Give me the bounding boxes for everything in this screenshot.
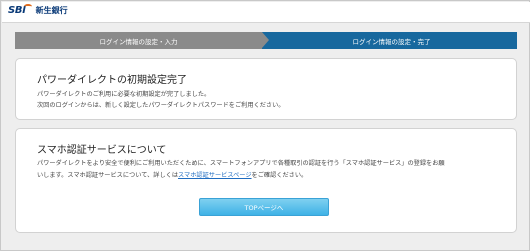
sumaho-auth-description: パワーダイレクトをより安全で便利にご利用いただくために、スマートフォンアプリで各… (37, 160, 445, 167)
step-input: ログイン情報の設定・入力 (15, 32, 262, 49)
step-complete: ログイン情報の設定・完了 (262, 32, 517, 49)
sumaho-auth-text-prefix: いします。スマホ認証サービスについて、詳しくは (37, 172, 179, 179)
header: SBI 新生銀行 (2, 2, 530, 23)
setup-complete-card: パワーダイレクトの初期設定完了 パワーダイレクトのご利用に必要な初期設定が完了し… (15, 58, 517, 120)
logo-text: 新生銀行 (35, 6, 68, 15)
sbi-logo-mark: SBI (8, 4, 32, 16)
step-input-label: ログイン情報の設定・入力 (99, 37, 178, 46)
sumaho-auth-description-2: いします。スマホ認証サービスについて、詳しくはスマホ認証サービスページをご確認く… (37, 171, 307, 181)
next-login-message: 次回のログインからは、新しく設定したパワーダイレクトパスワードをご利用ください。 (37, 102, 285, 109)
sumaho-auth-title: スマホ認証サービスについて (37, 145, 167, 156)
setup-complete-title: パワーダイレクトの初期設定完了 (37, 75, 187, 86)
page-frame: SBI 新生銀行 ログイン情報の設定・入力 ログイン情報の設定・完了 パワーダイ… (0, 0, 530, 251)
sumaho-auth-card: スマホ認証サービスについて パワーダイレクトをより安全で便利にご利用いただくため… (15, 128, 517, 233)
logo-arc-icon (23, 4, 32, 9)
bank-logo[interactable]: SBI 新生銀行 (8, 4, 68, 16)
sumaho-auth-text-suffix: をご確認ください。 (251, 172, 308, 179)
step-complete-label: ログイン情報の設定・完了 (352, 37, 431, 46)
top-page-button[interactable]: TOPページへ (199, 198, 329, 216)
progress-steps: ログイン情報の設定・入力 ログイン情報の設定・完了 (15, 32, 517, 49)
setup-complete-message: パワーダイレクトのご利用に必要な初期設定が完了しました。 (37, 91, 211, 98)
step-arrow-icon (262, 32, 269, 48)
sumaho-auth-service-link[interactable]: スマホ認証サービスページ (178, 172, 252, 179)
